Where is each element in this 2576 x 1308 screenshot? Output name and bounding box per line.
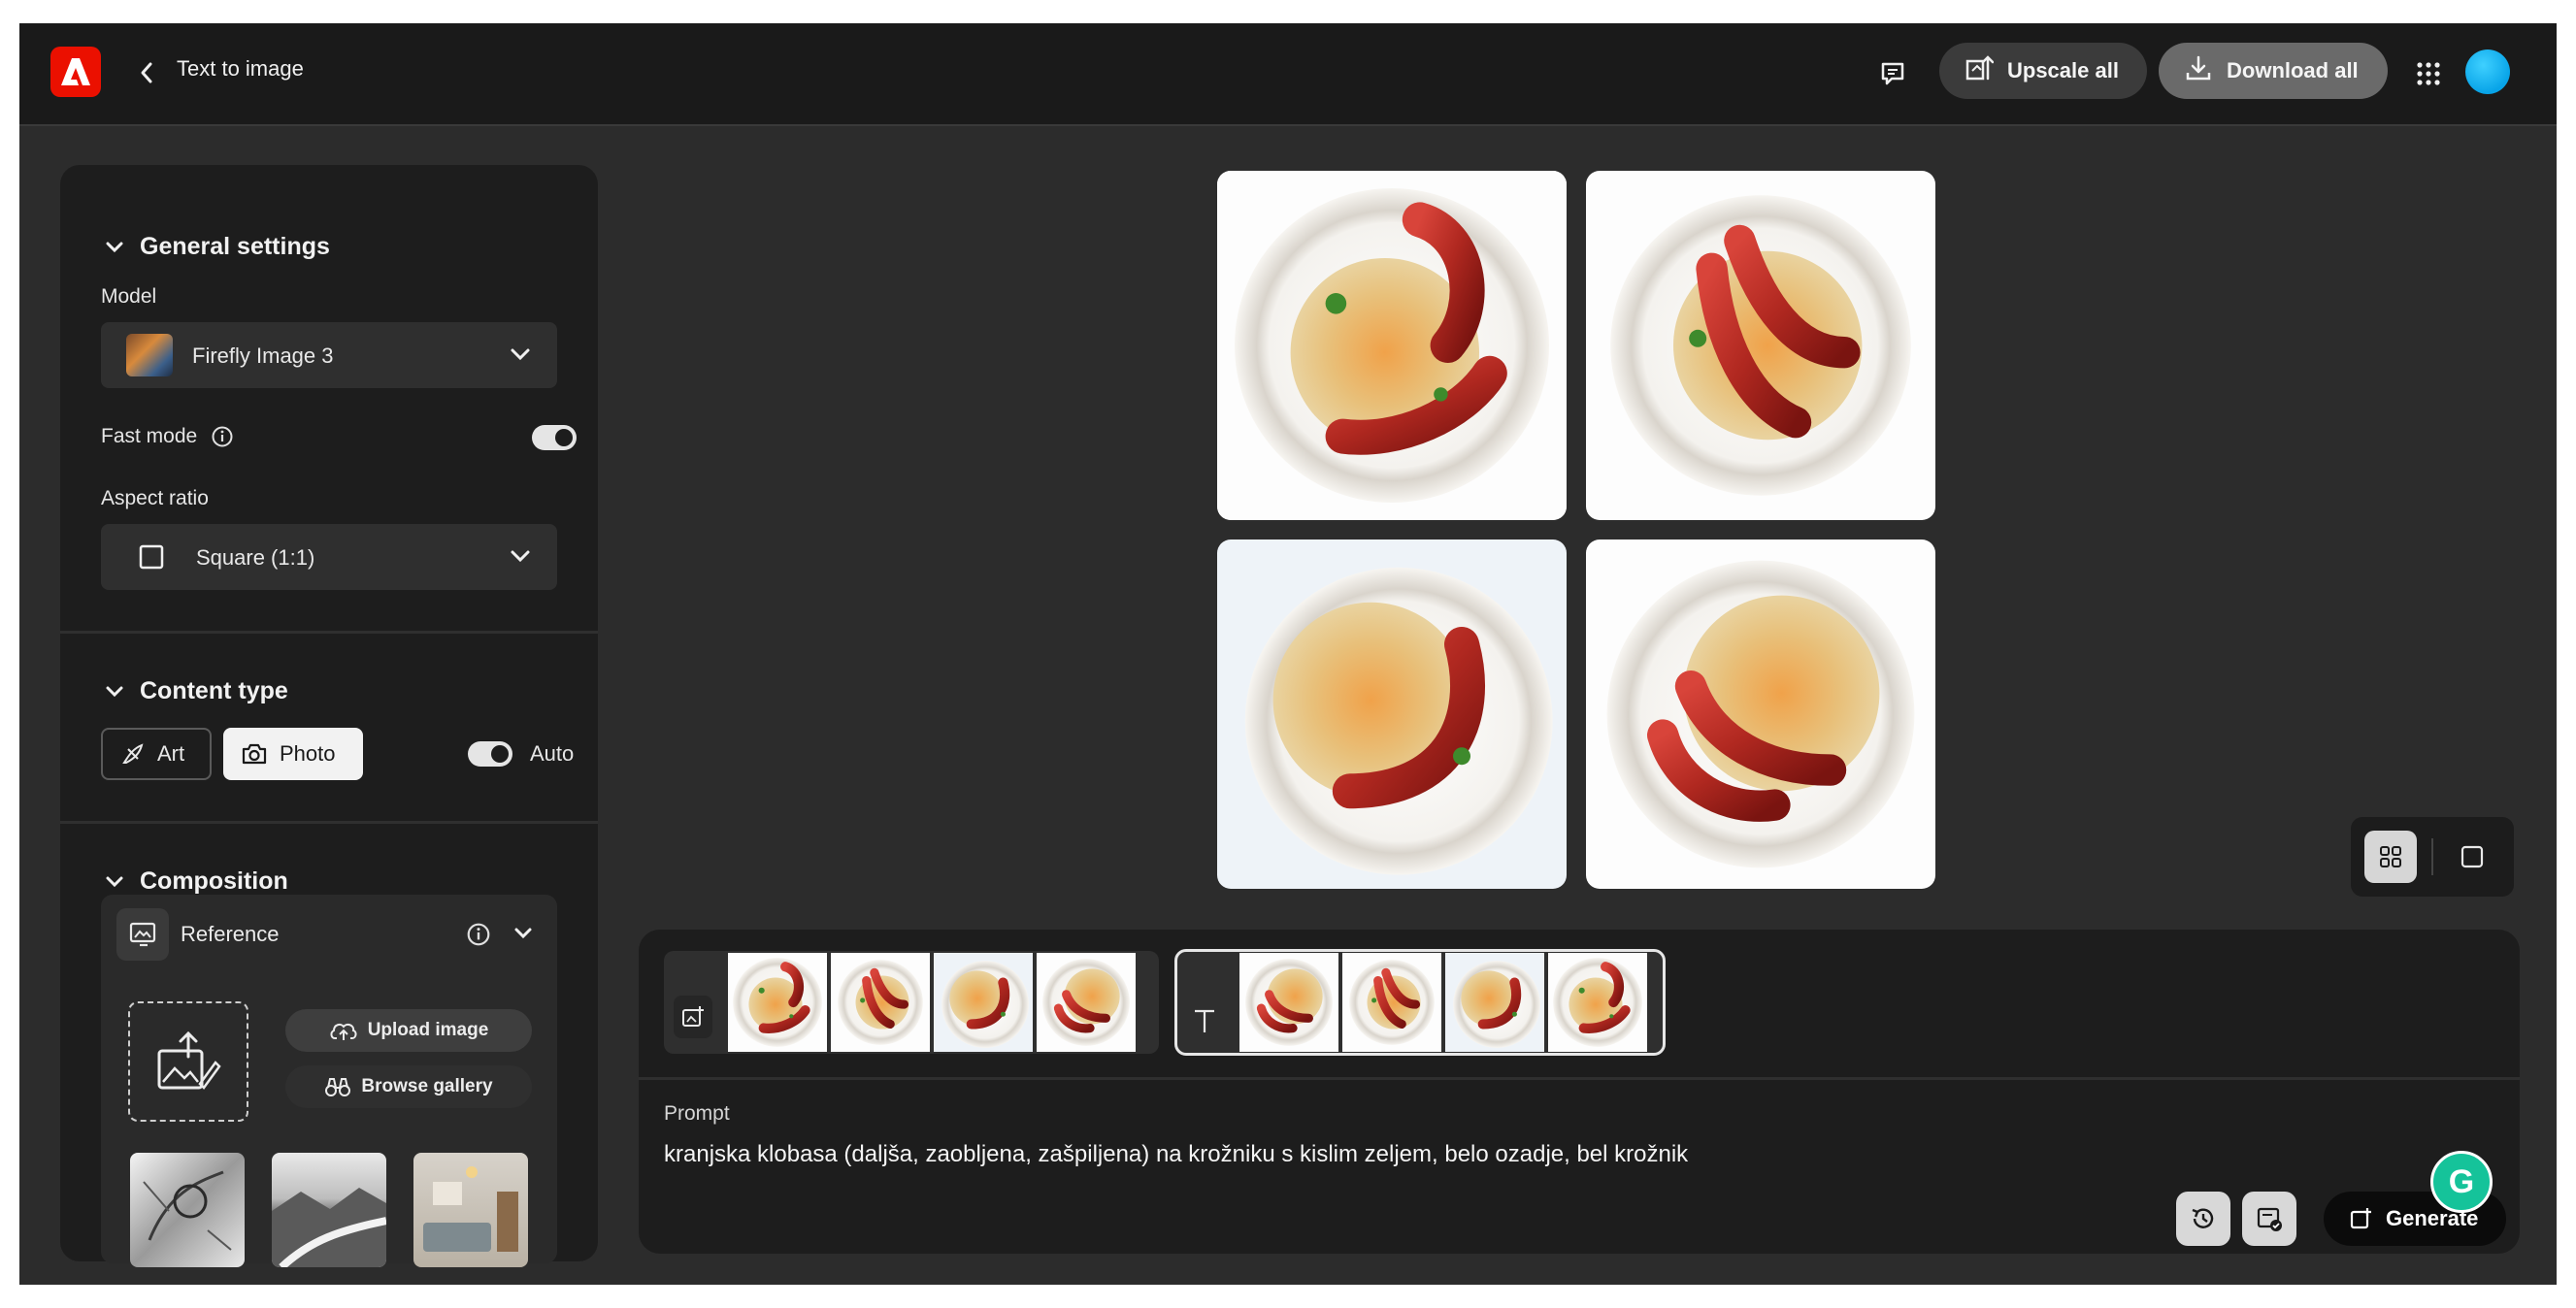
reference-icon xyxy=(116,908,169,961)
model-label: Model xyxy=(101,285,157,308)
reference-gallery-image[interactable] xyxy=(272,1153,386,1267)
back-chevron-icon[interactable] xyxy=(134,58,159,87)
chevron-down-icon xyxy=(105,867,140,896)
grammarly-badge[interactable]: G xyxy=(2430,1151,2493,1213)
upload-image-icon xyxy=(157,1030,221,1090)
upscale-all-button[interactable]: Upscale all xyxy=(1939,43,2147,99)
section-divider xyxy=(60,631,598,634)
general-settings-title: General settings xyxy=(140,233,330,260)
avatar[interactable] xyxy=(2465,49,2510,94)
general-settings-header[interactable]: General settings xyxy=(105,233,330,261)
page-title: Text to image xyxy=(177,56,304,81)
art-button[interactable]: Art xyxy=(101,728,212,780)
history-thumbnail[interactable] xyxy=(1239,953,1338,1052)
binoculars-icon xyxy=(324,1076,361,1097)
chevron-down-icon xyxy=(105,233,140,261)
single-view-icon xyxy=(2460,845,2484,868)
prompt-area: Prompt kranjska klobasa (daljša, zaoblje… xyxy=(639,930,2520,1254)
apps-grid-icon[interactable] xyxy=(2407,52,2450,95)
app-window: Text to image Upscale all Download all G… xyxy=(19,23,2557,1285)
aspect-ratio-label: Aspect ratio xyxy=(101,487,209,509)
download-all-button[interactable]: Download all xyxy=(2159,43,2388,99)
camera-icon xyxy=(241,742,268,766)
upload-image-button[interactable]: Upload image xyxy=(285,1009,532,1052)
top-bar: Text to image Upscale all Download all xyxy=(19,23,2557,126)
browse-gallery-button[interactable]: Browse gallery xyxy=(285,1065,532,1108)
browse-gallery-label: Browse gallery xyxy=(361,1076,493,1096)
grid-view-icon xyxy=(2380,846,2401,867)
history-thumbnail[interactable] xyxy=(1342,953,1441,1052)
fast-mode-label: Fast mode xyxy=(101,425,198,447)
generated-image-4[interactable] xyxy=(1586,540,1935,889)
download-icon xyxy=(2184,53,2227,88)
aspect-ratio-value: Square (1:1) xyxy=(196,545,315,570)
view-switch-divider xyxy=(2431,838,2433,875)
history-thumbnail[interactable] xyxy=(1037,953,1136,1052)
fast-mode-row: Fast mode xyxy=(101,425,234,448)
download-all-label: Download all xyxy=(2227,58,2359,82)
reference-section: Reference Upload image Browse gallery xyxy=(101,895,557,1267)
art-icon xyxy=(120,741,146,767)
generated-image-2[interactable] xyxy=(1586,171,1935,520)
upload-image-label: Upload image xyxy=(367,1020,489,1040)
upload-cloud-icon xyxy=(329,1019,368,1042)
model-thumbnail xyxy=(126,334,173,376)
history-thumbnail[interactable] xyxy=(1445,953,1544,1052)
reference-gallery-image[interactable] xyxy=(130,1153,245,1267)
auto-label: Auto xyxy=(530,741,575,766)
reference-drop-zone[interactable] xyxy=(128,1001,248,1122)
chevron-down-icon xyxy=(105,677,140,705)
history-icon xyxy=(2192,1208,2214,1228)
history-thumbnail[interactable] xyxy=(1548,953,1647,1052)
adobe-logo-icon[interactable] xyxy=(50,47,101,97)
generate-icon xyxy=(2349,1206,2374,1231)
composition-title: Composition xyxy=(140,867,288,895)
grid-view-button[interactable] xyxy=(2364,831,2417,883)
image-reference-icon[interactable] xyxy=(674,996,712,1038)
aspect-ratio-dropdown[interactable]: Square (1:1) xyxy=(101,524,557,590)
prompt-input[interactable]: kranjska klobasa (daljša, zaobljena, zaš… xyxy=(664,1141,1688,1168)
single-view-button[interactable] xyxy=(2446,831,2498,883)
prompt-label: Prompt xyxy=(664,1102,730,1125)
history-group-2-selected[interactable] xyxy=(1174,949,1666,1056)
history-thumbnail[interactable] xyxy=(831,953,930,1052)
photo-label: Photo xyxy=(280,741,336,766)
view-switcher xyxy=(2351,817,2514,897)
square-ratio-icon xyxy=(138,543,165,575)
info-icon[interactable] xyxy=(211,425,234,448)
chevron-down-icon[interactable] xyxy=(512,926,534,946)
model-value: Firefly Image 3 xyxy=(192,343,334,368)
history-button[interactable] xyxy=(2176,1192,2230,1246)
chevron-down-icon xyxy=(509,547,532,570)
upscale-all-label: Upscale all xyxy=(2007,58,2119,82)
auto-toggle[interactable] xyxy=(468,741,512,767)
info-icon[interactable] xyxy=(466,922,491,952)
reference-gallery-image[interactable] xyxy=(413,1153,528,1267)
content-type-header[interactable]: Content type xyxy=(105,677,288,705)
photo-button[interactable]: Photo xyxy=(223,728,363,780)
text-prompt-icon xyxy=(1185,998,1224,1043)
composition-header[interactable]: Composition xyxy=(105,867,288,896)
generated-image-1[interactable] xyxy=(1217,171,1567,520)
model-dropdown[interactable]: Firefly Image 3 xyxy=(101,322,557,388)
fast-mode-toggle[interactable] xyxy=(532,425,577,450)
content-type-title: Content type xyxy=(140,677,288,704)
history-thumbnail[interactable] xyxy=(728,953,827,1052)
upscale-icon xyxy=(1965,53,2007,88)
history-thumbnail[interactable] xyxy=(934,953,1033,1052)
prompt-divider xyxy=(639,1077,2520,1080)
grammarly-icon: G xyxy=(2448,1162,2475,1200)
prompt-settings-button[interactable] xyxy=(2242,1192,2296,1246)
art-label: Art xyxy=(157,741,185,766)
section-divider xyxy=(60,821,598,824)
history-group-1 xyxy=(664,951,1159,1054)
reference-label: Reference xyxy=(181,922,280,946)
chevron-down-icon xyxy=(509,345,532,368)
generated-image-3[interactable] xyxy=(1217,540,1567,889)
prompt-settings-icon xyxy=(2257,1207,2282,1231)
feedback-icon[interactable] xyxy=(1871,52,1914,95)
